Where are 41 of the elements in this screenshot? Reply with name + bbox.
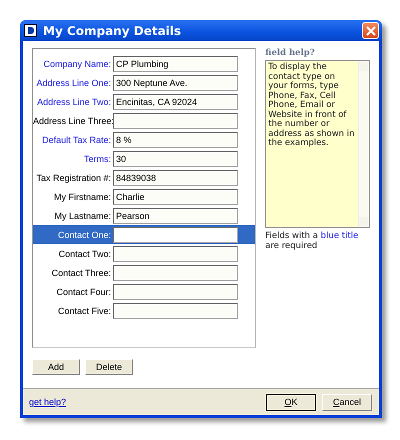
input-field[interactable] (113, 112, 238, 128)
field-label: Contact Five: (56, 306, 112, 316)
field-label: Company Name: (42, 58, 112, 68)
input-field[interactable] (113, 302, 238, 318)
input-field[interactable] (113, 264, 238, 280)
field-label: Tax Registration #: (35, 172, 112, 182)
field-label: Contact Three: (50, 268, 112, 278)
field-label: Contact One: (56, 230, 112, 240)
help-title: field help? (265, 48, 316, 58)
input-field[interactable] (113, 284, 238, 300)
close-button[interactable] (362, 22, 379, 39)
app-icon (24, 24, 37, 37)
add-button[interactable]: Add (32, 359, 80, 375)
help-text: To display the contact type on your forms, type Phone, Fax, Cell Phone, Email or Website in front of the number or address as shown in the examples. (267, 61, 356, 150)
field-label: Contact Four: (55, 286, 112, 296)
input-field[interactable]: 84839038 (113, 170, 238, 186)
input-field[interactable] (113, 226, 238, 242)
field-label: Address Line One: (35, 78, 112, 88)
input-field[interactable]: Charlie (113, 188, 238, 204)
cancel-button[interactable]: Cancel (322, 394, 372, 410)
field-label: Terms: (83, 154, 112, 164)
input-field[interactable]: 8 % (113, 132, 238, 148)
close-icon (366, 26, 376, 36)
input-field[interactable]: 300 Neptune Ave. (113, 74, 238, 90)
field-label: My Lastname: (53, 210, 112, 220)
input-field[interactable]: Pearson (113, 208, 238, 224)
window-title: My Company Details (43, 24, 182, 38)
input-field[interactable]: Encinitas, CA 92024 (113, 94, 238, 110)
field-label: Default Tax Rate: (41, 134, 112, 144)
field-label: Address Line Three: (33, 116, 113, 126)
input-field[interactable]: CP Plumbing (113, 56, 238, 72)
field-label: My Firstname: (52, 192, 112, 202)
field-label: Contact Two: (58, 248, 112, 258)
help-link[interactable]: get help? (29, 397, 266, 407)
required-note: Fields with a blue title are required (265, 231, 360, 251)
delete-button[interactable]: Delete (85, 359, 133, 375)
field-label: Address Line Two: (36, 96, 112, 106)
scrollbar[interactable] (358, 61, 369, 227)
ok-button[interactable]: OK (266, 394, 316, 410)
input-field[interactable]: 30 (113, 150, 238, 166)
input-field[interactable] (113, 246, 238, 262)
